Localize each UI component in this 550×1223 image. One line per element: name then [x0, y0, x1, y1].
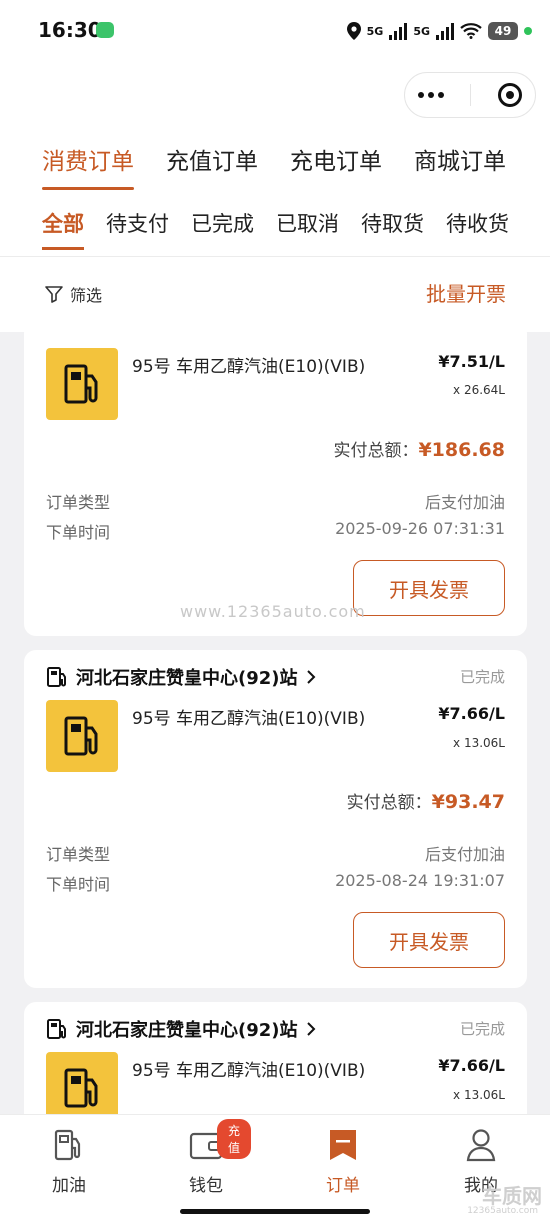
- filter-button[interactable]: 筛选: [44, 282, 102, 306]
- tab-completed[interactable]: 已完成: [191, 208, 254, 250]
- location-icon: [346, 22, 361, 40]
- order-type-label: 订单类型: [46, 493, 111, 512]
- message-app-icon: [96, 22, 114, 38]
- tab-orders-label: 订单: [326, 1176, 360, 1196]
- gas-station-icon: [47, 1019, 66, 1039]
- order-type-value: 后支付加油: [424, 493, 505, 512]
- status-bar: 16:30 5G 5G 49: [0, 0, 550, 62]
- station-link[interactable]: 河北石家庄赞皇中心(92)站: [46, 664, 316, 690]
- station-name: 河北石家庄赞皇中心(92)站: [76, 1020, 298, 1041]
- product-name: 95号 车用乙醇汽油(E10)(VIB): [132, 709, 366, 729]
- gas-station-icon: [47, 667, 66, 687]
- tab-refuel-label: 加油: [52, 1176, 86, 1196]
- tab-all[interactable]: 全部: [42, 208, 84, 250]
- order-status: 已完成: [459, 668, 505, 686]
- more-icon[interactable]: [418, 92, 445, 98]
- fuel-pump-icon: [51, 1127, 87, 1163]
- status-time: 16:30: [38, 18, 102, 42]
- unit-price: ¥7.66/L: [438, 704, 505, 723]
- total-value: ¥186.68: [418, 439, 505, 461]
- tab-wallet[interactable]: 充值 钱包: [161, 1119, 251, 1196]
- close-miniapp-icon[interactable]: [497, 83, 522, 107]
- issue-invoice-button[interactable]: 开具发票: [353, 560, 505, 616]
- corner-watermark: 车质网: [482, 1184, 542, 1208]
- order-card: 95号 车用乙醇汽油(E10)(VIB) ¥7.51/L x 26.64L 实付…: [24, 332, 527, 636]
- tab-cancelled[interactable]: 已取消: [276, 208, 339, 250]
- tab-pending-receipt[interactable]: 待收货: [446, 208, 509, 250]
- station-link[interactable]: 河北石家庄赞皇中心(92)站: [46, 1016, 316, 1042]
- tab-consumption-orders[interactable]: 消费订单: [42, 142, 134, 190]
- user-icon: [463, 1127, 499, 1163]
- fuel-pump-icon: [64, 364, 98, 404]
- miniapp-capsule: [404, 72, 536, 118]
- tab-charging-orders[interactable]: 充电订单: [290, 142, 382, 190]
- toolbar-divider: [0, 256, 550, 257]
- tab-recharge-orders[interactable]: 充值订单: [166, 142, 258, 190]
- batch-invoice-button[interactable]: 批量开票: [426, 278, 506, 307]
- filter-icon: [45, 286, 63, 303]
- header: 消费订单 充值订单 充电订单 商城订单 全部 待支付 已完成 已取消 待取货 待…: [0, 62, 550, 332]
- capsule-divider: [470, 84, 472, 106]
- main-tabs: 消费订单 充值订单 充电订单 商城订单: [42, 142, 530, 190]
- tab-refuel[interactable]: 加油: [24, 1127, 114, 1196]
- order-status: 已完成: [459, 1020, 505, 1038]
- order-list[interactable]: 95号 车用乙醇汽油(E10)(VIB) ¥7.51/L x 26.64L 实付…: [0, 332, 550, 1114]
- fuel-product-image: [46, 700, 118, 772]
- order-time-label: 下单时间: [46, 523, 111, 542]
- signal-icon-2: [436, 22, 454, 40]
- network-label-1: 5G: [366, 24, 384, 38]
- tab-mall-orders[interactable]: 商城订单: [414, 142, 506, 190]
- product-name: 95号 车用乙醇汽油(E10)(VIB): [132, 1061, 366, 1081]
- quantity: x 13.06L: [453, 736, 505, 750]
- tab-wallet-label: 钱包: [189, 1176, 223, 1196]
- order-time-value: 2025-09-26 07:31:31: [335, 519, 505, 538]
- fuel-pump-icon: [64, 1068, 98, 1108]
- recharge-badge: 充值: [217, 1119, 251, 1159]
- corner-watermark-url: 12365auto.com: [467, 1206, 538, 1216]
- chevron-right-icon: [306, 1022, 315, 1036]
- status-tabs: 全部 待支付 已完成 已取消 待取货 待收货: [42, 208, 550, 250]
- order-time-value: 2025-08-24 19:31:07: [335, 871, 505, 890]
- order-card: 河北石家庄赞皇中心(92)站 已完成 95号 车用乙醇汽油(E10)(VIB) …: [24, 650, 527, 988]
- total-value: ¥93.47: [431, 791, 505, 813]
- privacy-dot: [524, 27, 532, 35]
- filter-label: 筛选: [70, 286, 103, 305]
- total-label: 实付总额：: [346, 793, 432, 813]
- fuel-product-image: [46, 1052, 118, 1114]
- order-type-value: 后支付加油: [424, 845, 505, 864]
- order-time-label: 下单时间: [46, 875, 111, 894]
- station-name: 河北石家庄赞皇中心(92)站: [76, 668, 298, 689]
- product-name: 95号 车用乙醇汽油(E10)(VIB): [132, 357, 366, 377]
- battery-icon: 49: [488, 22, 518, 40]
- signal-icon-1: [389, 22, 408, 40]
- chevron-right-icon: [306, 670, 315, 684]
- fuel-pump-icon: [64, 716, 98, 756]
- total-amount: 实付总额： ¥93.47: [347, 788, 505, 813]
- watermark: www.12365auto.com: [180, 602, 366, 621]
- order-card: 河北石家庄赞皇中心(92)站 已完成 95号 车用乙醇汽油(E10)(VIB) …: [24, 1002, 527, 1114]
- tab-pending-pickup[interactable]: 待取货: [361, 208, 424, 250]
- total-label: 实付总额：: [333, 441, 419, 461]
- unit-price: ¥7.51/L: [438, 352, 505, 371]
- wifi-icon: [460, 23, 482, 39]
- tab-orders[interactable]: 订单: [298, 1127, 388, 1196]
- home-indicator[interactable]: [180, 1209, 370, 1214]
- network-label-2: 5G: [413, 24, 430, 38]
- quantity: x 13.06L: [453, 1088, 505, 1102]
- unit-price: ¥7.66/L: [438, 1056, 505, 1075]
- status-indicators: 5G 5G 49: [346, 18, 532, 44]
- issue-invoice-button[interactable]: 开具发票: [353, 912, 505, 968]
- fuel-product-image: [46, 348, 118, 420]
- orders-icon: [325, 1127, 361, 1163]
- total-amount: 实付总额： ¥186.68: [333, 436, 505, 461]
- order-type-label: 订单类型: [46, 845, 111, 864]
- tab-pending-payment[interactable]: 待支付: [106, 208, 169, 250]
- quantity: x 26.64L: [453, 383, 505, 397]
